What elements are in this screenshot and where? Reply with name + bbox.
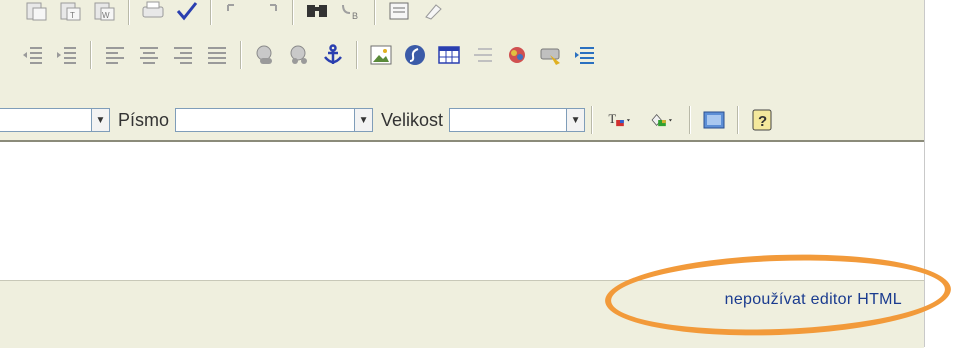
- svg-text:T: T: [70, 11, 75, 20]
- align-right-icon[interactable]: [166, 40, 200, 70]
- print-icon[interactable]: [136, 0, 170, 26]
- text-color-icon[interactable]: T: [599, 105, 641, 135]
- horizontal-rule-icon[interactable]: [466, 40, 500, 70]
- right-border: [924, 0, 957, 347]
- toolbar-row-2: [16, 38, 602, 72]
- editor-content-area[interactable]: [0, 142, 924, 280]
- editor-toolbar: T W B ▼ Písmo ▼ Velikost ▼ T ?: [0, 0, 924, 142]
- font-label: Písmo: [118, 109, 170, 130]
- html-editor: T W B ▼ Písmo ▼ Velikost ▼ T ? nepoužíva…: [0, 0, 924, 348]
- anchor-icon[interactable]: [316, 40, 350, 70]
- smiley-icon[interactable]: [500, 40, 534, 70]
- toolbar-separator: [737, 106, 740, 134]
- indent-icon[interactable]: [50, 40, 84, 70]
- editor-footer: nepoužívat editor HTML: [0, 280, 924, 348]
- toolbar-separator: [356, 41, 358, 69]
- toolbar-separator: [210, 0, 212, 25]
- size-combo-field[interactable]: [449, 108, 568, 132]
- size-label: Velikost: [381, 109, 444, 130]
- page-break-icon[interactable]: [568, 40, 602, 70]
- toolbar-separator: [374, 0, 376, 25]
- chevron-down-icon[interactable]: ▼: [567, 108, 586, 132]
- find-icon[interactable]: [300, 0, 334, 26]
- paste-text-icon[interactable]: T: [54, 0, 88, 26]
- table-icon[interactable]: [432, 40, 466, 70]
- align-left-icon[interactable]: [98, 40, 132, 70]
- paste-word-icon[interactable]: W: [88, 0, 122, 26]
- font-combo[interactable]: ▼: [175, 107, 374, 133]
- unlink-icon[interactable]: [282, 40, 316, 70]
- replace-icon[interactable]: B: [334, 0, 368, 26]
- align-justify-icon[interactable]: [200, 40, 234, 70]
- style-combo-field[interactable]: [0, 108, 92, 132]
- align-center-icon[interactable]: [132, 40, 166, 70]
- flash-icon[interactable]: [398, 40, 432, 70]
- redo-icon[interactable]: [252, 0, 286, 26]
- font-combo-field[interactable]: [175, 108, 356, 132]
- undo-icon[interactable]: [218, 0, 252, 26]
- svg-text:?: ?: [758, 113, 767, 130]
- toolbar-separator: [90, 41, 92, 69]
- size-combo[interactable]: ▼: [449, 107, 586, 133]
- select-all-icon[interactable]: [382, 0, 416, 26]
- toolbar-separator: [240, 41, 242, 69]
- svg-text:W: W: [102, 11, 110, 20]
- background-color-icon[interactable]: [641, 105, 683, 135]
- toolbar-separator: [689, 106, 692, 134]
- image-icon[interactable]: [364, 40, 398, 70]
- link-icon[interactable]: [248, 40, 282, 70]
- chevron-down-icon[interactable]: ▼: [92, 108, 110, 132]
- outdent-icon[interactable]: [16, 40, 50, 70]
- svg-text:T: T: [609, 112, 617, 126]
- toolbar-row-1: T W B: [20, 0, 450, 28]
- toolbar-row-3: ▼ Písmo ▼ Velikost ▼ T ?: [0, 100, 779, 140]
- help-icon[interactable]: ?: [745, 105, 779, 135]
- toolbar-separator: [292, 0, 294, 25]
- toolbar-separator: [591, 106, 594, 134]
- svg-text:B: B: [352, 11, 358, 21]
- disable-html-editor-link[interactable]: nepoužívat editor HTML: [725, 291, 902, 309]
- style-combo[interactable]: ▼: [0, 107, 110, 133]
- special-char-icon[interactable]: [534, 40, 568, 70]
- remove-format-icon[interactable]: [416, 0, 450, 26]
- toolbar-separator: [128, 0, 130, 25]
- paste-icon[interactable]: [20, 0, 54, 26]
- spellcheck-icon[interactable]: [170, 0, 204, 26]
- show-blocks-icon[interactable]: [697, 105, 731, 135]
- chevron-down-icon[interactable]: ▼: [355, 108, 374, 132]
